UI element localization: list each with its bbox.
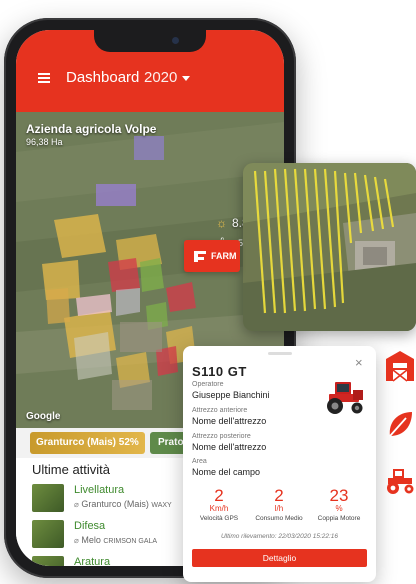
details-button[interactable]: Dettaglio: [192, 549, 367, 567]
farm-area: 96,38 Ha: [26, 137, 63, 147]
front-implement-value: Nome dell'attrezzo: [192, 416, 267, 426]
metric-unit: %: [335, 504, 343, 513]
sun-cloud-icon: ☼: [216, 216, 227, 230]
rear-implement-value: Nome dell'attrezzo: [192, 442, 267, 452]
map-provider-logo: Google: [26, 411, 61, 422]
metric-fuel-consumption: 2 l/h Consumo Medio: [249, 487, 309, 524]
front-implement-label: Attrezzo anteriore: [192, 407, 248, 414]
close-icon[interactable]: ×: [355, 356, 363, 369]
operator-value: Giuseppe Bianchini: [192, 390, 270, 400]
activities-title: Ultime attività: [32, 462, 111, 477]
metric-engine-torque: 23 % Coppia Motore: [309, 487, 369, 524]
phone-notch: [94, 30, 206, 52]
activity-crop: ⌀ Melo CRIMSON GALA: [74, 535, 157, 545]
tractor-icon: [387, 469, 414, 494]
tractor-model: S110 GT: [192, 364, 247, 379]
activity-crop-name: Melo: [81, 535, 101, 545]
farm-brand-text: FARM: [211, 251, 237, 261]
activity-crop-name: Granturco (Mais): [81, 499, 149, 509]
leaf-small-icon: ⌀: [74, 536, 79, 545]
farm-name: Azienda agricola Volpe: [26, 122, 157, 136]
operator-label: Operatore: [192, 381, 224, 388]
caret-down-icon[interactable]: [182, 76, 190, 81]
activity-variety: WAXY: [151, 502, 172, 509]
activity-name: Aratura: [74, 556, 111, 566]
farm-logo-icon: [194, 251, 206, 262]
metric-gps-speed: 2 Km/h Velocità GPS: [189, 487, 249, 524]
farm-brand-logo: FARM: [184, 240, 240, 272]
metric-unit: Km/h: [209, 504, 229, 513]
rear-implement-label: Attrezzo posteriore: [192, 433, 251, 440]
leaf-small-icon: ⌀: [74, 500, 79, 509]
barn-icon: [386, 351, 414, 382]
activity-variety: CRIMSON GALA: [103, 538, 158, 545]
activity-crop: ⌀ Granturco (Mais) WAXY: [74, 499, 172, 509]
aerial-field-photo: [243, 163, 416, 331]
metric-value: 2: [214, 486, 224, 505]
tractor-detail-card: × S110 GT Operatore Giuseppe Bianchini A…: [183, 346, 376, 582]
activity-name: Livellatura: [74, 484, 125, 496]
metric-unit: l/h: [274, 504, 284, 513]
activity-thumbnail: [32, 520, 64, 548]
chip-granturco[interactable]: Granturco (Mais) 52%: [30, 432, 145, 454]
leaf-icon: [389, 412, 412, 437]
tractor-track-map: [243, 163, 416, 331]
year-selector[interactable]: 2020: [144, 69, 177, 86]
activity-name: Difesa: [74, 520, 106, 532]
activity-thumbnail: [32, 484, 64, 512]
area-label: Area: [192, 458, 207, 465]
tractor-image: [327, 382, 363, 414]
drag-handle[interactable]: [268, 352, 292, 355]
metric-label: Velocità GPS: [199, 515, 239, 522]
area-value: Nome del campo: [192, 467, 261, 477]
activity-thumbnail: [32, 556, 64, 566]
last-survey-timestamp: Ultimo rilevamento: 22/03/2020 15:22:16: [220, 533, 339, 540]
dashboard-title[interactable]: Dashboard: [66, 69, 139, 86]
metric-label: Consumo Medio: [255, 515, 303, 522]
menu-icon[interactable]: [38, 73, 50, 83]
metric-label: Coppia Motore: [317, 515, 361, 522]
metric-value: 23: [329, 486, 349, 505]
metric-value: 2: [274, 486, 284, 505]
